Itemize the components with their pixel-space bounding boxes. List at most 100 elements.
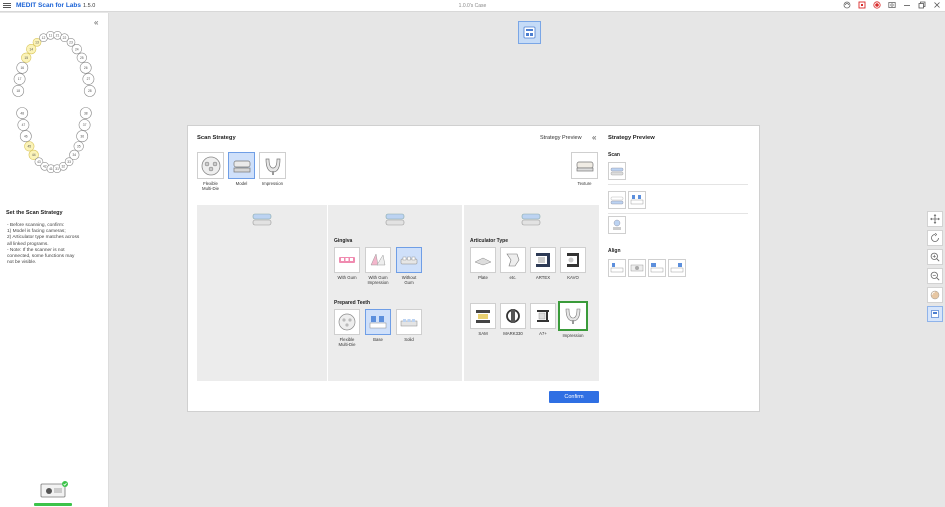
tooth-48[interactable]: 48 xyxy=(16,107,29,119)
tooth-chart[interactable]: 18 17 16 15 14131211 21222324 25 26 27 28 48 47 46 45… xyxy=(0,29,109,189)
articulator-etc-tile[interactable] xyxy=(500,247,526,273)
tooth-16[interactable]: 16 xyxy=(16,61,29,74)
svg-text:23: 23 xyxy=(69,41,73,45)
svg-text:25: 25 xyxy=(80,56,84,60)
pan-icon[interactable] xyxy=(927,211,943,227)
texture-toggle-icon[interactable] xyxy=(927,287,943,303)
svg-text:21: 21 xyxy=(56,34,60,38)
articulator-preview-icon xyxy=(521,213,541,226)
articulator-kavo-label: KAVO xyxy=(567,275,579,280)
articulator-plate-tile[interactable] xyxy=(470,247,496,273)
restore-icon[interactable] xyxy=(918,1,926,9)
tooth-18[interactable]: 18 xyxy=(12,85,25,97)
articulator-impression-tile[interactable] xyxy=(558,301,588,331)
articulator-sam-label: SAM xyxy=(478,331,488,336)
tooth-38[interactable]: 38 xyxy=(79,107,92,119)
tooth-17[interactable]: 17 xyxy=(13,73,26,85)
preview-scan-row-2 xyxy=(608,191,646,209)
tooth-26[interactable]: 26 xyxy=(79,61,92,74)
close-icon[interactable] xyxy=(933,1,941,9)
photo-icon[interactable] xyxy=(888,1,896,9)
view-mode-icon[interactable] xyxy=(927,306,943,322)
scanner-device-icon xyxy=(40,481,68,498)
svg-text:47: 47 xyxy=(22,123,26,127)
gingiva-without-gum-label: Without Gum xyxy=(401,275,417,285)
tooth-34[interactable]: 34 xyxy=(69,149,80,160)
case-name: 1.0.0's Case xyxy=(458,2,487,9)
model-options-icon xyxy=(385,213,405,226)
type-impression-tile[interactable] xyxy=(259,152,286,179)
dialog-title: Scan Strategy xyxy=(197,135,236,141)
gingiva-without-gum-tile[interactable] xyxy=(396,247,422,273)
tooth-46[interactable]: 46 xyxy=(19,130,32,143)
prepared-teeth-label: Prepared Teeth xyxy=(334,300,371,306)
tooth-36[interactable]: 36 xyxy=(76,130,89,143)
zoom-out-icon[interactable] xyxy=(927,268,943,284)
articulator-etc-icon xyxy=(506,253,520,267)
prepared-solid-label: Solid xyxy=(404,337,414,342)
type-impression-label: Impression xyxy=(261,181,283,186)
tooth-35[interactable]: 35 xyxy=(73,141,84,152)
prepared-flexible-multi-die-tile[interactable] xyxy=(334,309,360,335)
impression-tray-icon xyxy=(265,158,280,175)
preview-scan-step-icon xyxy=(628,191,646,209)
base-icon xyxy=(369,316,387,329)
with-gum-impression-icon xyxy=(370,253,386,266)
texture-icon xyxy=(576,161,593,171)
svg-text:36: 36 xyxy=(80,134,84,138)
tooth-47[interactable]: 47 xyxy=(17,119,30,131)
svg-text:24: 24 xyxy=(75,47,79,51)
tooth-28[interactable]: 28 xyxy=(83,85,96,97)
record-icon[interactable] xyxy=(873,1,881,9)
confirm-button[interactable]: Confirm xyxy=(549,391,599,403)
gingiva-label: Gingiva xyxy=(334,238,353,244)
strategy-preview-link[interactable]: Strategy Preview xyxy=(540,135,582,141)
articulator-mark330-label: MARK330 xyxy=(503,331,523,336)
model-view-button[interactable] xyxy=(518,21,541,44)
type-flexible-multi-die-tile[interactable] xyxy=(197,152,224,179)
type-model-tile[interactable] xyxy=(228,152,255,179)
kavo-icon xyxy=(567,253,579,267)
articulator-etc-label: etc. xyxy=(509,275,517,280)
prepared-solid-tile[interactable] xyxy=(396,309,422,335)
collapse-preview-icon[interactable]: « xyxy=(592,133,596,142)
preview-title: Strategy Preview xyxy=(608,135,655,141)
articulator-kavo-tile[interactable] xyxy=(560,247,586,273)
view-tools xyxy=(927,211,943,322)
zoom-in-icon[interactable] xyxy=(927,249,943,265)
svg-text:42: 42 xyxy=(43,165,47,169)
gingiva-with-gum-tile[interactable] xyxy=(334,247,360,273)
tooth-25[interactable]: 25 xyxy=(76,52,87,63)
tooth-24[interactable]: 24 xyxy=(71,44,82,55)
svg-text:35: 35 xyxy=(77,145,81,149)
sam-icon xyxy=(476,310,490,323)
svg-text:11: 11 xyxy=(49,34,53,38)
articulator-a7plus-tile[interactable] xyxy=(530,303,556,329)
gingiva-with-gum-impression-tile[interactable] xyxy=(365,247,391,273)
tooth-45[interactable]: 45 xyxy=(24,141,35,152)
help-icon[interactable] xyxy=(843,1,851,9)
articulator-mark330-tile[interactable] xyxy=(500,303,526,329)
tooth-37[interactable]: 37 xyxy=(78,119,91,131)
plate-icon xyxy=(474,257,492,266)
solid-icon xyxy=(400,319,418,327)
svg-text:41: 41 xyxy=(49,167,53,171)
rotate-icon[interactable] xyxy=(927,230,943,246)
articulator-sam-tile[interactable] xyxy=(470,303,496,329)
preview-scan-row-3 xyxy=(608,216,626,234)
texture-tile[interactable] xyxy=(571,152,598,179)
svg-text:18: 18 xyxy=(16,89,20,93)
sidebar-collapse-icon[interactable]: « xyxy=(94,18,98,27)
articulator-a7plus-label: A7+ xyxy=(539,331,547,336)
prepared-base-tile[interactable] xyxy=(365,309,391,335)
minimize-icon[interactable] xyxy=(903,1,911,9)
menu-icon[interactable] xyxy=(3,3,11,8)
articulator-artex-tile[interactable] xyxy=(530,247,556,273)
svg-text:44: 44 xyxy=(32,153,36,157)
tooth-15[interactable]: 15 xyxy=(21,52,32,63)
preview-scan-step-icon xyxy=(608,162,626,180)
tooth-27[interactable]: 27 xyxy=(82,73,95,85)
screen-capture-icon[interactable] xyxy=(858,1,866,9)
svg-text:13: 13 xyxy=(35,41,39,45)
svg-text:33: 33 xyxy=(67,160,71,164)
